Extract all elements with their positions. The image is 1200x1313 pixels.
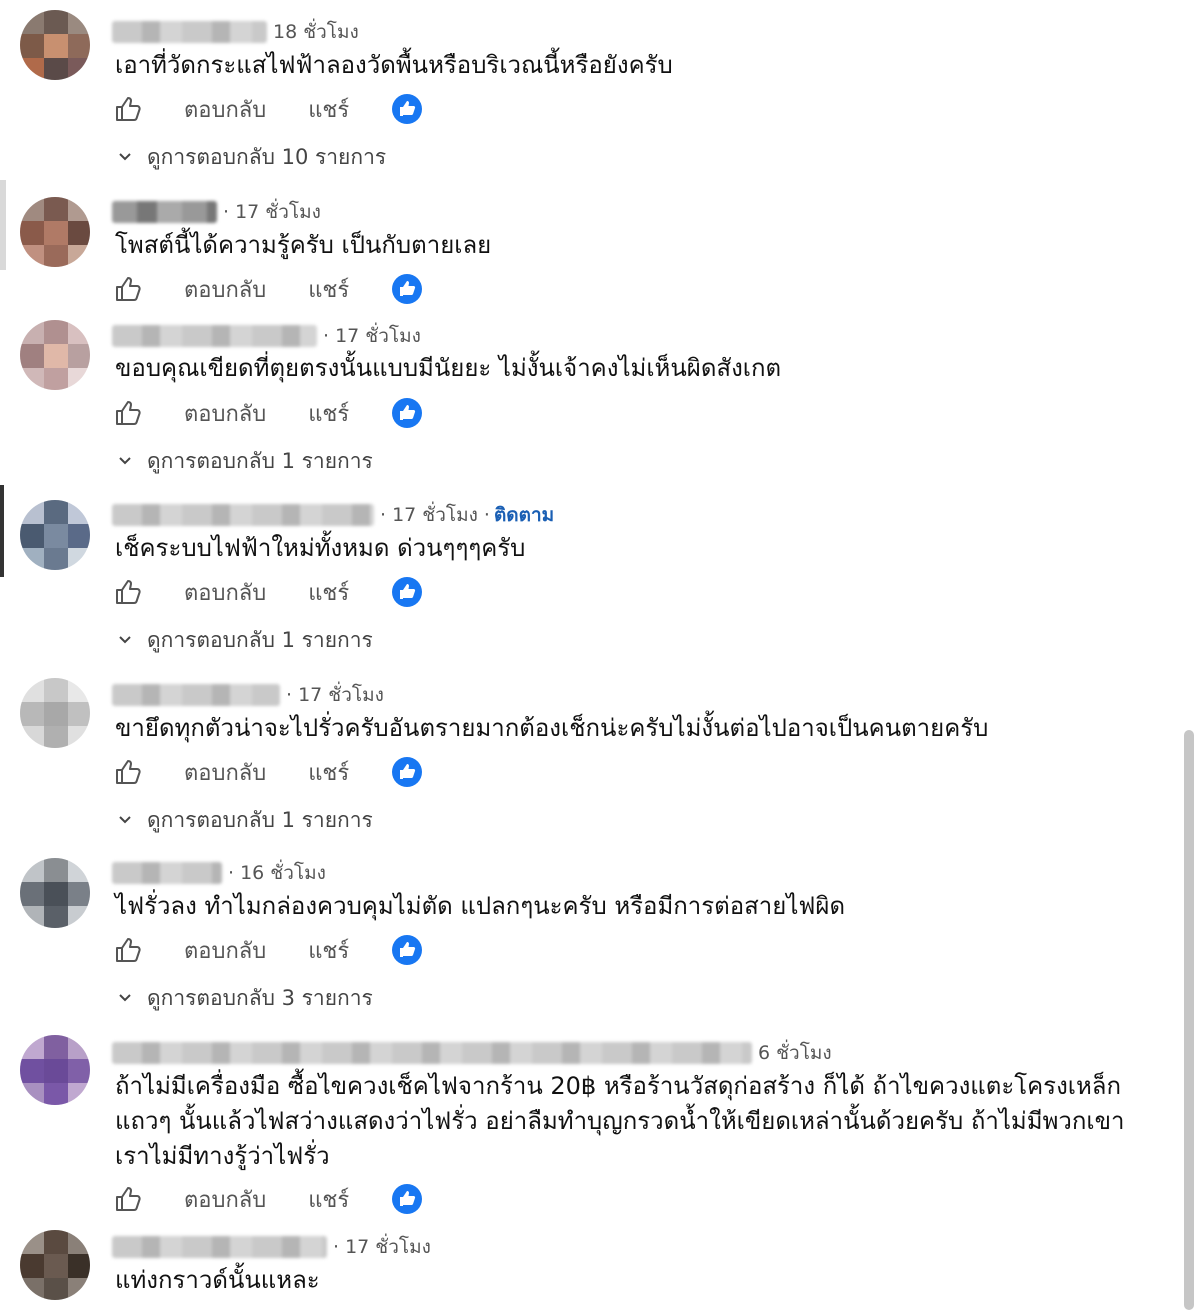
comment-time[interactable]: · 17 ชั่วโมง · [380,500,490,530]
author-name[interactable] [112,1236,327,1258]
chevron-down-icon [117,453,133,469]
comment-text: เอาที่วัดกระแสไฟฟ้าลองวัดพื้นหรือบริเวณน… [115,51,673,79]
reply-button[interactable]: ตอบกลับ [184,272,266,307]
like-icon[interactable] [112,934,144,966]
like-icon[interactable] [112,273,144,305]
comment-text: โพสต์นี้ได้ความรู้ครับ เป็นกับตายเลย [115,231,492,259]
reply-button[interactable]: ตอบกลับ [184,396,266,431]
comment-time[interactable]: 18 ชั่วโมง [273,17,359,47]
like-reaction-icon[interactable] [391,1183,423,1215]
share-button[interactable]: แชร์ [308,933,349,968]
avatar[interactable] [20,1035,90,1105]
avatar[interactable] [20,678,90,748]
comments-page: { "labels": { "reply": "ตอบกลับ", "share… [0,0,1200,1313]
avatar[interactable] [20,320,90,390]
like-reaction-icon[interactable] [391,93,423,125]
author-name[interactable] [112,21,267,43]
comment-actions: ตอบกลับ แชร์ [112,572,423,612]
author-name[interactable] [112,504,374,526]
chevron-down-icon [117,632,133,648]
replies-label: ดูการตอบกลับ 1 รายการ [147,807,373,832]
comment-text: เช็คระบบไฟฟ้าใหม่ทั้งหมด ด่วนๆๆๆครับ [115,534,526,562]
author-name[interactable] [112,325,317,347]
author-name[interactable] [112,201,217,223]
author-name[interactable] [112,684,280,706]
like-icon[interactable] [112,576,144,608]
view-replies-link[interactable]: ดูการตอบกลับ 3 รายการ [117,983,373,1013]
comment-time[interactable]: · 16 ชั่วโมง [228,858,326,888]
comment-meta: · 17 ชั่วโมง [112,321,421,351]
reply-button[interactable]: ตอบกลับ [184,575,266,610]
comment-actions: ตอบกลับ แชร์ [112,393,423,433]
comment-meta: · 17 ชั่วโมง [112,680,384,710]
avatar[interactable] [20,10,90,80]
view-replies-link[interactable]: ดูการตอบกลับ 1 รายการ [117,805,373,835]
like-reaction-icon[interactable] [391,576,423,608]
comment-meta: · 16 ชั่วโมง [112,858,326,888]
comment-actions: ตอบกลับ แชร์ [112,1179,423,1219]
share-button[interactable]: แชร์ [308,755,349,790]
comment-actions: ตอบกลับ แชร์ [112,752,423,792]
like-reaction-icon[interactable] [391,756,423,788]
reply-button[interactable]: ตอบกลับ [184,92,266,127]
reply-button[interactable]: ตอบกลับ [184,933,266,968]
replies-label: ดูการตอบกลับ 3 รายการ [147,985,373,1010]
comment-meta: 6 ชั่วโมง [112,1038,832,1068]
comment-time[interactable]: · 17 ชั่วโมง [286,680,384,710]
comment-text: ถ้าไม่มีเครื่องมือ ซื้อไขควงเช็คไฟจากร้า… [115,1072,1125,1170]
replies-label: ดูการตอบกลับ 10 รายการ [147,144,387,169]
avatar[interactable] [20,858,90,928]
avatar[interactable] [20,197,90,267]
comment-text: แท่งกราวด์นั้นแหละ [115,1266,320,1294]
thread-line [0,485,4,577]
comment-actions: ตอบกลับ แชร์ [112,89,423,129]
share-button[interactable]: แชร์ [308,1182,349,1217]
comment-actions: ตอบกลับ แชร์ [112,930,423,970]
replies-label: ดูการตอบกลับ 1 รายการ [147,627,373,652]
scrollbar-thumb[interactable] [1184,730,1194,1310]
share-button[interactable]: แชร์ [308,575,349,610]
comment-text: ขอบคุณเขียดที่ตุยตรงนั้นแบบมีนัยยะ ไม่งั… [115,354,782,382]
share-button[interactable]: แชร์ [308,272,349,307]
author-name[interactable] [112,862,222,884]
avatar[interactable] [20,1230,90,1300]
like-icon[interactable] [112,397,144,429]
like-reaction-icon[interactable] [391,397,423,429]
comment-time[interactable]: 6 ชั่วโมง [758,1038,832,1068]
chevron-down-icon [117,149,133,165]
like-icon[interactable] [112,93,144,125]
view-replies-link[interactable]: ดูการตอบกลับ 1 รายการ [117,625,373,655]
comment-meta: 18 ชั่วโมง [112,17,359,47]
like-reaction-icon[interactable] [391,273,423,305]
comment-text: ขายึดทุกตัวน่าจะไปรั่วครับอันตรายมากต้อง… [115,714,989,742]
comment-meta: · 17 ชั่วโมง [112,1232,431,1262]
chevron-down-icon [117,990,133,1006]
view-replies-link[interactable]: ดูการตอบกลับ 10 รายการ [117,142,386,172]
like-icon[interactable] [112,756,144,788]
comment-meta: · 17 ชั่วโมง [112,197,321,227]
share-button[interactable]: แชร์ [308,92,349,127]
follow-button[interactable]: ติดตาม [494,500,554,530]
like-icon[interactable] [112,1183,144,1215]
comment-meta: · 17 ชั่วโมง · ติดตาม [112,500,554,530]
chevron-down-icon [117,812,133,828]
comment-time[interactable]: · 17 ชั่วโมง [333,1232,431,1262]
avatar[interactable] [20,500,90,570]
reply-button[interactable]: ตอบกลับ [184,1182,266,1217]
view-replies-link[interactable]: ดูการตอบกลับ 1 รายการ [117,446,373,476]
reply-button[interactable]: ตอบกลับ [184,755,266,790]
comment-time[interactable]: · 17 ชั่วโมง [223,197,321,227]
share-button[interactable]: แชร์ [308,396,349,431]
replies-label: ดูการตอบกลับ 1 รายการ [147,448,373,473]
comment-time[interactable]: · 17 ชั่วโมง [323,321,421,351]
like-reaction-icon[interactable] [391,934,423,966]
author-name[interactable] [112,1042,752,1064]
comment-text: ไฟรั่วลง ทำไมกล่องควบคุมไม่ตัด แปลกๆนะคร… [115,892,846,920]
thread-line [0,180,6,270]
comment-actions: ตอบกลับ แชร์ [112,269,423,309]
